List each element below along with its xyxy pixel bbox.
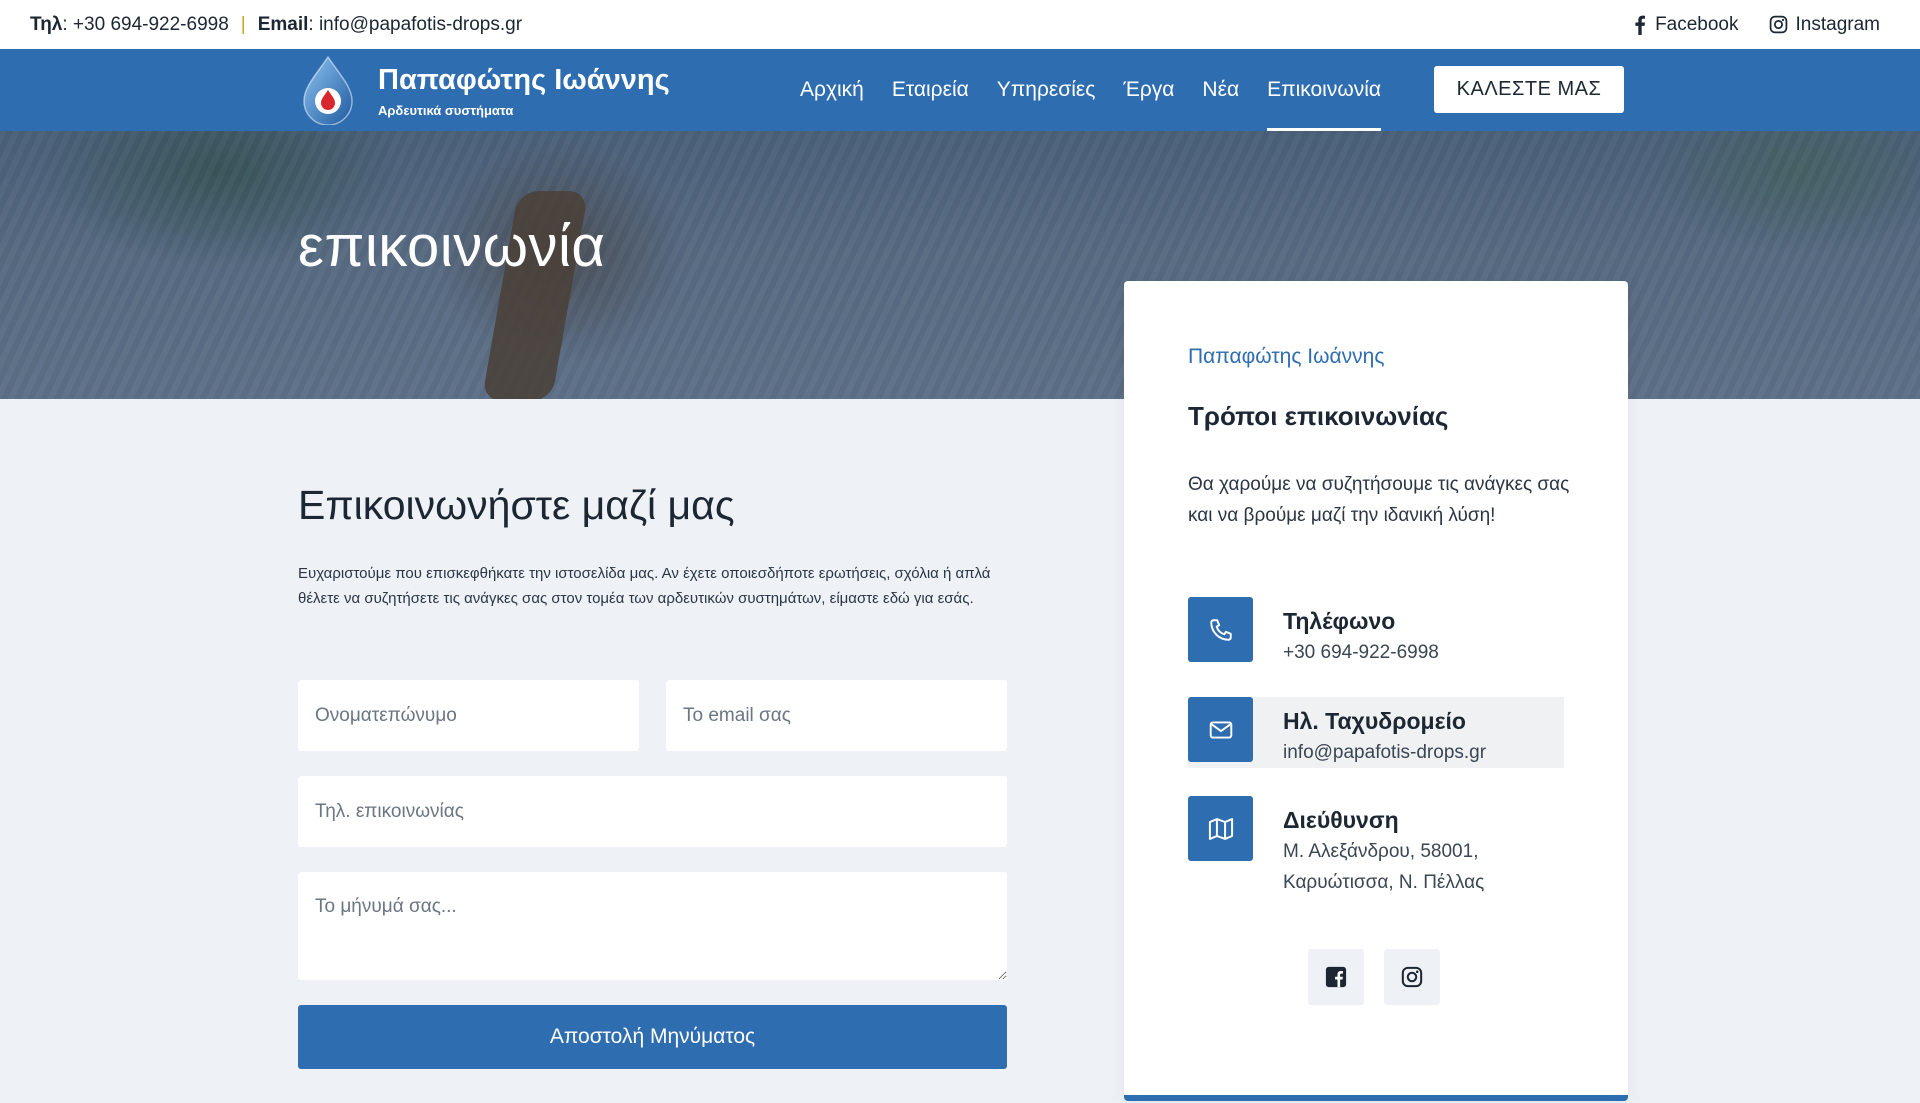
mail-icon <box>1209 720 1232 739</box>
map-icon-box <box>1188 796 1253 861</box>
instagram-icon <box>1769 15 1787 34</box>
instagram-icon <box>1401 966 1423 988</box>
top-info-bar: Τηλ: +30 694-922-6998 | Email: info@papa… <box>0 0 1920 49</box>
form-title: Επικοινωνήστε μαζί μας <box>298 482 735 528</box>
brand-logo-link[interactable]: Παπαφώτης Ιωάννης Αρδευτικά συστήματα <box>300 55 670 125</box>
email-text: Ηλ. Ταχυδρομείο info@papafotis-drops.gr <box>1283 697 1486 768</box>
phone-text: Τηλέφωνο +30 694-922-6998 <box>1283 597 1439 668</box>
nav-menu: Αρχική Εταιρεία Υπηρεσίες Έργα Νέα Επικο… <box>786 49 1395 131</box>
nav-item-home[interactable]: Αρχική <box>786 49 878 131</box>
email-label: Ηλ. Ταχυδρομείο <box>1283 708 1466 734</box>
card-facebook-button[interactable] <box>1308 949 1364 1005</box>
brand-text: Παπαφώτης Ιωάννης Αρδευτικά συστήματα <box>378 63 670 118</box>
form-intro-text: Ευχαριστούμε που επισκεφθήκατε την ιστοσ… <box>298 565 991 607</box>
card-kicker: Παπαφώτης Ιωάννης <box>1188 345 1385 368</box>
brand-tagline: Αρδευτικά συστήματα <box>378 102 514 118</box>
map-icon <box>1208 817 1233 840</box>
address-text: Διεύθυνση Μ. Αλεξάνδρου, 58001, Καρυώτισ… <box>1283 796 1523 898</box>
message-textarea[interactable] <box>298 872 1007 980</box>
top-social-links: Facebook Instagram <box>1633 14 1880 36</box>
top-instagram-link[interactable]: Instagram <box>1769 14 1880 36</box>
contact-item-phone[interactable]: Τηλέφωνο +30 694-922-6998 <box>1188 597 1564 668</box>
contact-item-email[interactable]: Ηλ. Ταχυδρομείο info@papafotis-drops.gr <box>1188 697 1564 768</box>
top-facebook-link[interactable]: Facebook <box>1633 13 1739 36</box>
top-email-label: Email <box>257 13 309 35</box>
name-input[interactable] <box>298 680 639 751</box>
phone-input[interactable] <box>298 776 1007 847</box>
contact-item-address[interactable]: Διεύθυνση Μ. Αλεξάνδρου, 58001, Καρυώτισ… <box>1188 796 1564 898</box>
send-message-button[interactable]: Αποστολή Μηνύματος <box>298 1005 1007 1069</box>
card-description: Θα χαρούμε να συζητήσουμε τις ανάγκες σα… <box>1188 474 1570 526</box>
nav-item-contact[interactable]: Επικοινωνία <box>1253 49 1395 131</box>
nav-item-services[interactable]: Υπηρεσίες <box>983 49 1110 131</box>
top-facebook-label: Facebook <box>1655 13 1739 35</box>
nav-item-news[interactable]: Νέα <box>1188 49 1253 131</box>
contact-methods-card: Παπαφώτης Ιωάννης Τρόποι επικοινωνίας Θα… <box>1124 281 1628 1101</box>
mail-icon-box <box>1188 697 1253 762</box>
top-separator: | <box>240 13 246 35</box>
main-navigation-bar: Παπαφώτης Ιωάννης Αρδευτικά συστήματα Αρ… <box>0 49 1920 131</box>
card-instagram-button[interactable] <box>1384 949 1440 1005</box>
card-title: Τρόποι επικοινωνίας <box>1188 401 1449 431</box>
email-input[interactable] <box>666 680 1007 751</box>
phone-icon-box <box>1188 597 1253 662</box>
top-contact-info: Τηλ: +30 694-922-6998 | Email: info@papa… <box>30 14 522 36</box>
top-phone[interactable]: Τηλ: +30 694-922-6998 <box>30 14 229 36</box>
address-value: Μ. Αλεξάνδρου, 58001, Καρυώτισσα, Ν. Πέλ… <box>1283 841 1485 893</box>
nav-item-projects[interactable]: Έργα <box>1109 49 1188 131</box>
phone-value: +30 694-922-6998 <box>1283 642 1439 663</box>
top-phone-label: Τηλ <box>30 13 63 35</box>
nav-item-company[interactable]: Εταιρεία <box>878 49 983 131</box>
call-us-button[interactable]: ΚΑΛΕΣΤΕ ΜΑΣ <box>1434 66 1624 113</box>
brand-name: Παπαφώτης Ιωάννης <box>378 63 670 96</box>
address-label: Διεύθυνση <box>1283 807 1399 833</box>
top-email[interactable]: Email: info@papafotis-drops.gr <box>258 14 522 36</box>
top-instagram-label: Instagram <box>1795 13 1880 35</box>
phone-label: Τηλέφωνο <box>1283 608 1396 634</box>
facebook-icon <box>1635 15 1646 35</box>
top-phone-value: : +30 694-922-6998 <box>62 13 229 35</box>
hero-title: επικοινωνία <box>298 214 606 279</box>
water-drop-logo-icon <box>303 55 353 125</box>
top-email-value: : info@papafotis-drops.gr <box>308 13 523 35</box>
hero-banner: επικοινωνία <box>0 131 1920 399</box>
facebook-icon <box>1325 966 1347 988</box>
email-value: info@papafotis-drops.gr <box>1283 742 1487 763</box>
phone-icon <box>1209 618 1232 641</box>
